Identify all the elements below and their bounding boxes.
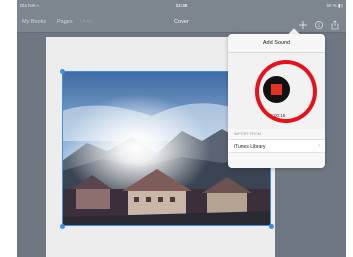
battery-indicator: 50 % ▮▯ xyxy=(326,3,343,8)
itunes-library-row[interactable]: iTunes Library › xyxy=(228,139,325,153)
info-icon[interactable] xyxy=(314,17,324,29)
highlight-ring xyxy=(255,60,317,123)
share-icon[interactable] xyxy=(330,17,340,30)
resize-handle-bottom-right[interactable] xyxy=(269,224,274,229)
toolbar: My Books Pages Undo Cover xyxy=(17,11,346,33)
clock: 22:38 xyxy=(175,3,188,8)
plus-icon[interactable] xyxy=(298,17,308,29)
popover-title: Add Sound xyxy=(262,40,291,46)
itunes-library-label: iTunes Library xyxy=(234,144,266,150)
chevron-right-icon: › xyxy=(318,143,320,149)
resize-handle-top-left[interactable] xyxy=(60,69,65,74)
resize-handle-bottom-left[interactable] xyxy=(60,224,65,229)
import-section-label: IMPORT FROM xyxy=(234,132,261,136)
status-bar: Dl4 hmt ≈ 22:38 50 % ▮▯ xyxy=(17,0,346,11)
page-title: Cover xyxy=(174,19,189,25)
